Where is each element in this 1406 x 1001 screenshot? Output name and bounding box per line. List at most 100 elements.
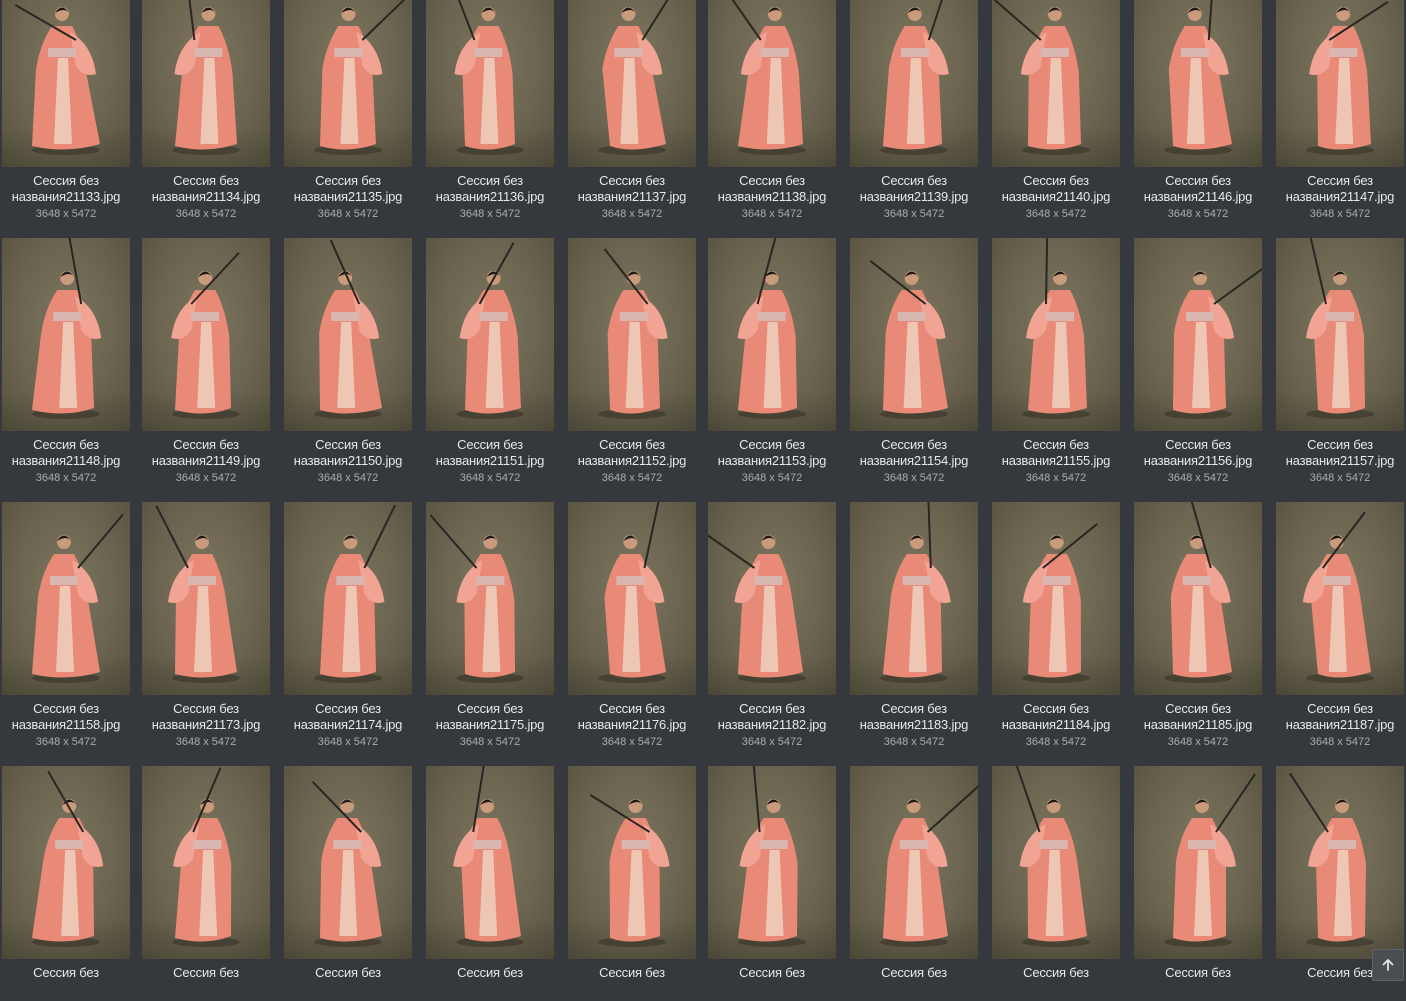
- thumbnail-image[interactable]: [708, 766, 836, 959]
- thumbnail-tile[interactable]: 3648 x 5472Сессия безназвания21187.jpg: [1276, 502, 1404, 737]
- thumbnail-image[interactable]: [2, 238, 130, 431]
- thumbnail-image[interactable]: [568, 502, 696, 695]
- thumbnail-image[interactable]: [142, 238, 270, 431]
- file-name-line-2: названия21140.jpg: [988, 189, 1124, 205]
- file-name-line-1: Сессия без: [422, 965, 558, 981]
- thumbnail-image[interactable]: [568, 766, 696, 959]
- thumbnail-image[interactable]: [850, 766, 978, 959]
- thumbnail-tile[interactable]: 3648 x 5472Сессия безназвания21185.jpg: [1134, 502, 1262, 737]
- thumbnail-image[interactable]: [568, 0, 696, 167]
- kimono-figure: [1276, 502, 1404, 695]
- thumbnail-tile[interactable]: 3648 x 5472Сессия безназвания21135.jpg: [284, 0, 412, 209]
- thumbnail-tile[interactable]: 3648 x 5472Сессия безназвания21148.jpg: [2, 238, 130, 473]
- thumbnail-image[interactable]: [284, 502, 412, 695]
- file-name-line-1: Сессия без: [564, 173, 700, 189]
- image-dimensions: 3648 x 5472: [850, 736, 978, 748]
- thumbnail-tile[interactable]: 3648 x 5472Сессия безназвания21154.jpg: [850, 238, 978, 473]
- thumbnail-image[interactable]: [992, 238, 1120, 431]
- thumbnail-tile[interactable]: 3648 x 5472Сессия безназвания21174.jpg: [284, 502, 412, 737]
- thumbnail-image[interactable]: [992, 0, 1120, 167]
- thumbnail-tile[interactable]: 3648 x 5472Сессия безназвания21182.jpg: [708, 502, 836, 737]
- thumbnail-image[interactable]: [1134, 0, 1262, 167]
- thumbnail-tile[interactable]: 3648 x 5472Сессия безназвания21156.jpg: [1134, 238, 1262, 473]
- thumbnail-image[interactable]: [1134, 238, 1262, 431]
- kimono-figure: [850, 766, 978, 959]
- thumbnail-image[interactable]: [1276, 0, 1404, 167]
- file-name-line-2: названия21151.jpg: [422, 453, 558, 469]
- file-name-line-1: Сессия без: [704, 965, 840, 981]
- thumbnail-image[interactable]: [142, 766, 270, 959]
- thumbnail-tile[interactable]: 3648 x 5472Сессия безназвания21157.jpg: [1276, 238, 1404, 473]
- kimono-figure: [850, 238, 978, 431]
- thumbnail-tile[interactable]: 3648 x 5472Сессия безназвания21158.jpg: [2, 502, 130, 737]
- thumbnail-image[interactable]: [284, 766, 412, 959]
- thumbnail-image[interactable]: [1276, 502, 1404, 695]
- thumbnail-image[interactable]: [1134, 502, 1262, 695]
- scroll-to-top-button[interactable]: [1372, 949, 1404, 981]
- kimono-figure: [708, 238, 836, 431]
- thumbnail-image[interactable]: [708, 0, 836, 167]
- thumbnail-tile[interactable]: 3648 x 5472Сессия безназвания21137.jpg: [568, 0, 696, 209]
- thumbnail-tile[interactable]: 3648 x 5472Сессия безназвания21152.jpg: [568, 238, 696, 473]
- thumbnail-tile[interactable]: Сессия без: [284, 766, 412, 1001]
- file-name-line-2: названия21136.jpg: [422, 189, 558, 205]
- thumbnail-image[interactable]: [426, 766, 554, 959]
- file-name-line-1: Сессия без: [564, 701, 700, 717]
- thumbnail-image[interactable]: [1276, 238, 1404, 431]
- thumbnail-image[interactable]: [2, 502, 130, 695]
- thumbnail-tile[interactable]: Сессия без: [568, 766, 696, 1001]
- thumbnail-image[interactable]: [568, 238, 696, 431]
- file-name-line-1: Сессия без: [846, 173, 982, 189]
- thumbnail-tile[interactable]: 3648 x 5472Сессия безназвания21173.jpg: [142, 502, 270, 737]
- thumbnail-image[interactable]: [2, 0, 130, 167]
- thumbnail-image[interactable]: [850, 0, 978, 167]
- thumbnail-image[interactable]: [708, 238, 836, 431]
- thumbnail-image[interactable]: [850, 502, 978, 695]
- thumbnail-image[interactable]: [2, 766, 130, 959]
- thumbnail-image[interactable]: [284, 238, 412, 431]
- thumbnail-tile[interactable]: 3648 x 5472Сессия безназвания21134.jpg: [142, 0, 270, 209]
- file-name-line-2: названия21147.jpg: [1272, 189, 1406, 205]
- thumbnail-image[interactable]: [142, 0, 270, 167]
- thumbnail-image[interactable]: [708, 502, 836, 695]
- thumbnail-tile[interactable]: Сессия без: [992, 766, 1120, 1001]
- thumbnail-tile[interactable]: 3648 x 5472Сессия безназвания21183.jpg: [850, 502, 978, 737]
- thumbnail-image[interactable]: [426, 502, 554, 695]
- thumbnail-tile[interactable]: 3648 x 5472Сессия безназвания21184.jpg: [992, 502, 1120, 737]
- thumbnail-tile[interactable]: Сессия без: [2, 766, 130, 1001]
- thumbnail-tile[interactable]: Сессия без: [142, 766, 270, 1001]
- thumbnail-image[interactable]: [850, 238, 978, 431]
- thumbnail-tile[interactable]: Сессия без: [708, 766, 836, 1001]
- thumbnail-tile[interactable]: 3648 x 5472Сессия безназвания21140.jpg: [992, 0, 1120, 209]
- thumbnail-tile[interactable]: 3648 x 5472Сессия безназвания21139.jpg: [850, 0, 978, 209]
- thumbnail-image[interactable]: [426, 0, 554, 167]
- thumbnail-tile[interactable]: 3648 x 5472Сессия безназвания21136.jpg: [426, 0, 554, 209]
- file-name-line-1: Сессия без: [1130, 965, 1266, 981]
- thumbnail-tile[interactable]: 3648 x 5472Сессия безназвания21133.jpg: [2, 0, 130, 209]
- thumbnail-image[interactable]: [142, 502, 270, 695]
- thumbnail-image[interactable]: [992, 502, 1120, 695]
- file-name-line-2: названия21150.jpg: [280, 453, 416, 469]
- thumbnail-tile[interactable]: 3648 x 5472Сессия безназвания21175.jpg: [426, 502, 554, 737]
- thumbnail-tile[interactable]: 3648 x 5472Сессия безназвания21147.jpg: [1276, 0, 1404, 209]
- thumbnail-tile[interactable]: 3648 x 5472Сессия безназвания21151.jpg: [426, 238, 554, 473]
- file-name-line-1: Сессия без: [564, 437, 700, 453]
- thumbnail-tile[interactable]: 3648 x 5472Сессия безназвания21176.jpg: [568, 502, 696, 737]
- thumbnail-image[interactable]: [992, 766, 1120, 959]
- thumbnail-image[interactable]: [1276, 766, 1404, 959]
- thumbnail-tile[interactable]: 3648 x 5472Сессия безназвания21150.jpg: [284, 238, 412, 473]
- thumbnail-image[interactable]: [1134, 766, 1262, 959]
- thumbnail-tile[interactable]: 3648 x 5472Сессия безназвания21153.jpg: [708, 238, 836, 473]
- file-name-label: Сессия безназвания21154.jpg: [846, 437, 982, 469]
- thumbnail-tile[interactable]: Сессия без: [1134, 766, 1262, 1001]
- kimono-figure: [2, 238, 130, 431]
- thumbnail-tile[interactable]: 3648 x 5472Сессия безназвания21149.jpg: [142, 238, 270, 473]
- thumbnail-tile[interactable]: 3648 x 5472Сессия безназвания21155.jpg: [992, 238, 1120, 473]
- thumbnail-tile[interactable]: 3648 x 5472Сессия безназвания21146.jpg: [1134, 0, 1262, 209]
- thumbnail-tile[interactable]: Сессия без: [426, 766, 554, 1001]
- thumbnail-image[interactable]: [284, 0, 412, 167]
- thumbnail-tile[interactable]: Сессия без: [850, 766, 978, 1001]
- thumbnail-tile[interactable]: 3648 x 5472Сессия безназвания21138.jpg: [708, 0, 836, 209]
- thumbnail-image[interactable]: [426, 238, 554, 431]
- file-name-label: Сессия безназвания21147.jpg: [1272, 173, 1406, 205]
